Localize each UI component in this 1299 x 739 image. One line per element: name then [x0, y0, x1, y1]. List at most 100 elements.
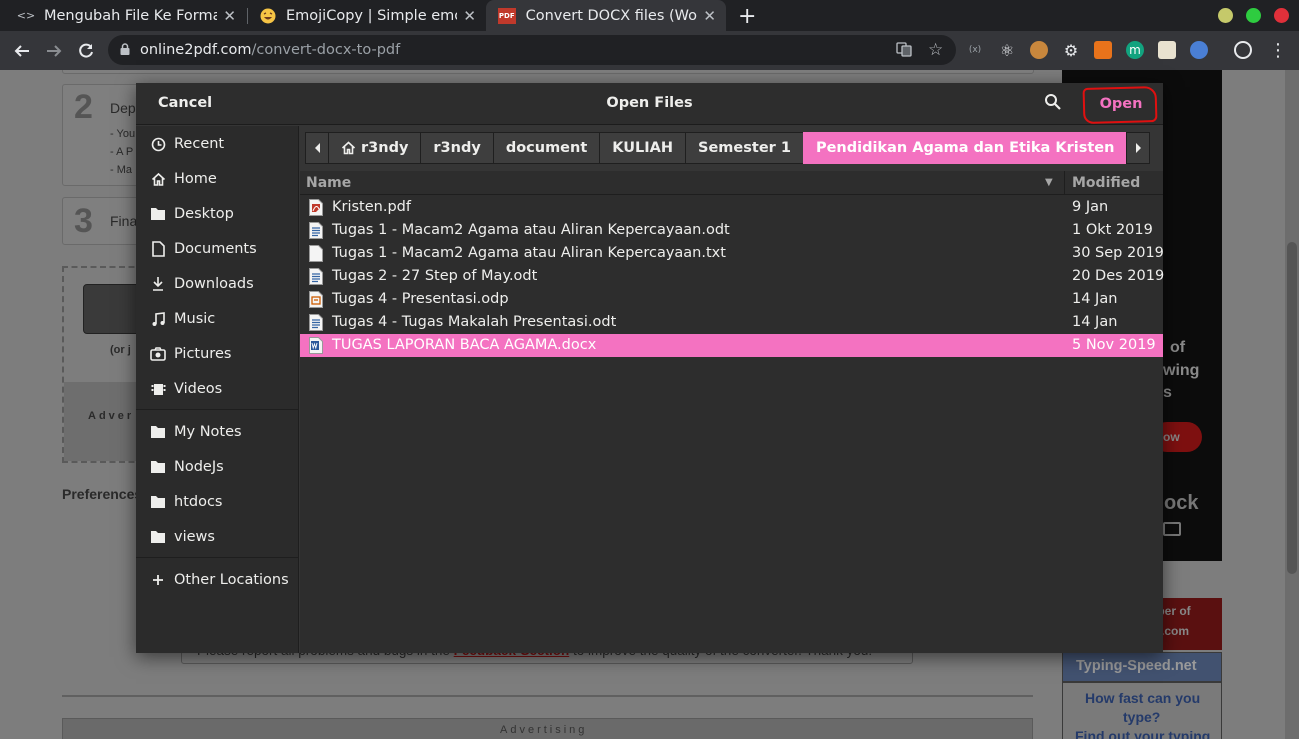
sidebar-item-my-notes[interactable]: My Notes	[136, 417, 299, 447]
presentation-icon	[309, 291, 323, 308]
folder-icon	[150, 529, 166, 545]
typing-line: How fast can you	[1085, 690, 1201, 706]
breadcrumb-kuliah[interactable]: KULIAH	[599, 132, 687, 164]
path-scroll-right-button[interactable]	[1126, 132, 1151, 164]
cancel-button[interactable]: Cancel	[158, 95, 212, 111]
step-2-number: 2	[74, 88, 93, 126]
sidebar-item-downloads[interactable]: Downloads	[136, 269, 299, 299]
sidebar-item-videos[interactable]: Videos	[136, 374, 299, 404]
close-window-button[interactable]	[1274, 8, 1289, 23]
step-2-line: - Ma	[110, 164, 132, 176]
file-row[interactable]: Tugas 1 - Macam2 Agama atau Aliran Keper…	[300, 242, 1164, 265]
text-document-icon	[309, 314, 323, 331]
breadcrumb-label: Semester 1	[698, 140, 791, 156]
file-name: Tugas 4 - Tugas Makalah Presentasi.odt	[332, 314, 617, 330]
pdf-icon: PDF	[498, 7, 516, 24]
file-row[interactable]: Tugas 4 - Presentasi.odp 14 Jan	[300, 288, 1163, 311]
file-row-selected[interactable]: TUGAS LAPORAN BACA AGAMA.docx 5 Nov 2019	[300, 334, 1163, 357]
file-name: Tugas 1 - Macam2 Agama atau Aliran Keper…	[332, 222, 730, 238]
file-modified: 5 Nov 2019	[1072, 337, 1156, 353]
m-extension-icon[interactable]: m	[1126, 41, 1144, 59]
column-name-header[interactable]: Name	[306, 175, 351, 191]
sidebar-item-views[interactable]: views	[136, 522, 299, 552]
file-modified: 9 Jan	[1072, 199, 1109, 215]
minimize-button[interactable]	[1218, 8, 1233, 23]
new-tab-button[interactable]: +	[738, 4, 756, 29]
step-3-number: 3	[74, 202, 93, 240]
react-icon[interactable]: ⚛	[998, 41, 1016, 60]
file-row[interactable]: Tugas 4 - Tugas Makalah Presentasi.odt 1…	[300, 311, 1163, 334]
sidebar-item-recent[interactable]: Recent	[136, 129, 299, 159]
forward-button[interactable]	[42, 31, 66, 70]
file-name: Tugas 4 - Presentasi.odp	[332, 291, 509, 307]
sidebar-item-label: Music	[174, 311, 216, 327]
breadcrumb-current-folder[interactable]: Pendidikan Agama dan Etika Kristen	[802, 132, 1128, 164]
sort-descending-icon[interactable]: ▼	[1045, 177, 1053, 188]
sidebar-item-label: Other Locations	[174, 572, 289, 588]
sidebar-item-documents[interactable]: Documents	[136, 234, 299, 264]
breadcrumb-document[interactable]: document	[492, 132, 601, 164]
music-icon	[150, 311, 166, 327]
folder-icon	[150, 459, 166, 475]
close-icon[interactable]: ✕	[703, 7, 716, 25]
sidebar-item-desktop[interactable]: Desktop	[136, 199, 299, 229]
sidebar-item-label: Downloads	[174, 276, 254, 292]
file-modified: 30 Sep 2019	[1072, 245, 1164, 261]
sidebar-item-label: Home	[174, 171, 217, 187]
file-row[interactable]: Tugas 1 - Macam2 Agama atau Aliran Keper…	[300, 219, 1163, 242]
places-sidebar: Recent Home Desktop Documents Downloads …	[136, 126, 299, 653]
divider	[62, 695, 1033, 697]
open-button[interactable]: Open	[1082, 86, 1158, 124]
cookie-icon[interactable]	[1030, 41, 1048, 59]
sidebar-item-label: htdocs	[174, 494, 223, 510]
file-row[interactable]: Kristen.pdf 9 Jan	[300, 196, 1163, 219]
select-files-button[interactable]	[83, 284, 143, 334]
address-bar[interactable]: online2pdf.com /convert-docx-to-pdf ☆	[108, 35, 956, 65]
ad-brand: ock	[1164, 492, 1199, 514]
scrollbar-thumb[interactable]	[1287, 242, 1297, 574]
maximize-button[interactable]	[1246, 8, 1261, 23]
profile-avatar[interactable]	[1234, 41, 1252, 59]
extension-icon[interactable]: (x)	[966, 41, 984, 59]
column-divider	[1064, 171, 1065, 195]
emoji-icon	[260, 8, 276, 24]
sidebar-item-other-locations[interactable]: Other Locations	[136, 565, 299, 595]
column-modified-header[interactable]: Modified	[1072, 175, 1140, 191]
notes-extension-icon[interactable]	[1158, 41, 1176, 59]
path-scroll-left-button[interactable]	[305, 132, 329, 164]
file-row[interactable]: Tugas 2 - 27 Step of May.odt 20 Des 2019	[300, 265, 1164, 288]
sidebar-item-home[interactable]: Home	[136, 164, 299, 194]
breadcrumb-home[interactable]: r3ndy	[328, 132, 422, 164]
globe-extension-icon[interactable]	[1190, 41, 1208, 59]
typing-speed-header[interactable]: Typing-Speed.net	[1062, 652, 1222, 682]
search-button[interactable]	[1044, 93, 1066, 115]
translate-icon[interactable]	[896, 41, 912, 61]
tab-mengubah-file[interactable]: <> Mengubah File Ke Format ✕	[6, 0, 246, 31]
folder-icon	[150, 494, 166, 510]
sidebar-item-music[interactable]: Music	[136, 304, 299, 334]
document-icon	[150, 241, 166, 257]
sidebar-item-htdocs[interactable]: htdocs	[136, 487, 299, 517]
breadcrumb-semester-1[interactable]: Semester 1	[685, 132, 804, 164]
sidebar-item-label: Videos	[174, 381, 223, 397]
close-icon[interactable]: ✕	[463, 7, 476, 25]
reload-button[interactable]	[74, 31, 98, 70]
back-button[interactable]	[10, 31, 34, 70]
menu-icon[interactable]: ⋮	[1266, 31, 1290, 70]
path-bar: r3ndy r3ndy document KULIAH Semester 1 P…	[305, 132, 1151, 164]
step-2-line: - A P	[110, 146, 134, 158]
chart-icon[interactable]	[1094, 41, 1112, 59]
tab-convert-docx[interactable]: PDF Convert DOCX files (Word ✕	[486, 0, 726, 31]
star-icon[interactable]: ☆	[928, 40, 943, 60]
sidebar-item-label: Recent	[174, 136, 225, 152]
breadcrumb-r3ndy[interactable]: r3ndy	[420, 132, 494, 164]
sidebar-item-pictures[interactable]: Pictures	[136, 339, 299, 369]
tab-emojicopy[interactable]: EmojiCopy | Simple emoji ✕	[248, 0, 486, 31]
clock-icon	[150, 136, 166, 152]
sidebar-item-nodejs[interactable]: NodeJs	[136, 452, 299, 482]
home-icon	[341, 141, 356, 155]
tab-strip: <> Mengubah File Ke Format ✕ EmojiCopy |…	[0, 0, 1299, 31]
close-icon[interactable]: ✕	[223, 7, 236, 25]
gear-icon[interactable]: ⚙	[1062, 41, 1080, 60]
page-scrollbar[interactable]	[1285, 70, 1299, 739]
